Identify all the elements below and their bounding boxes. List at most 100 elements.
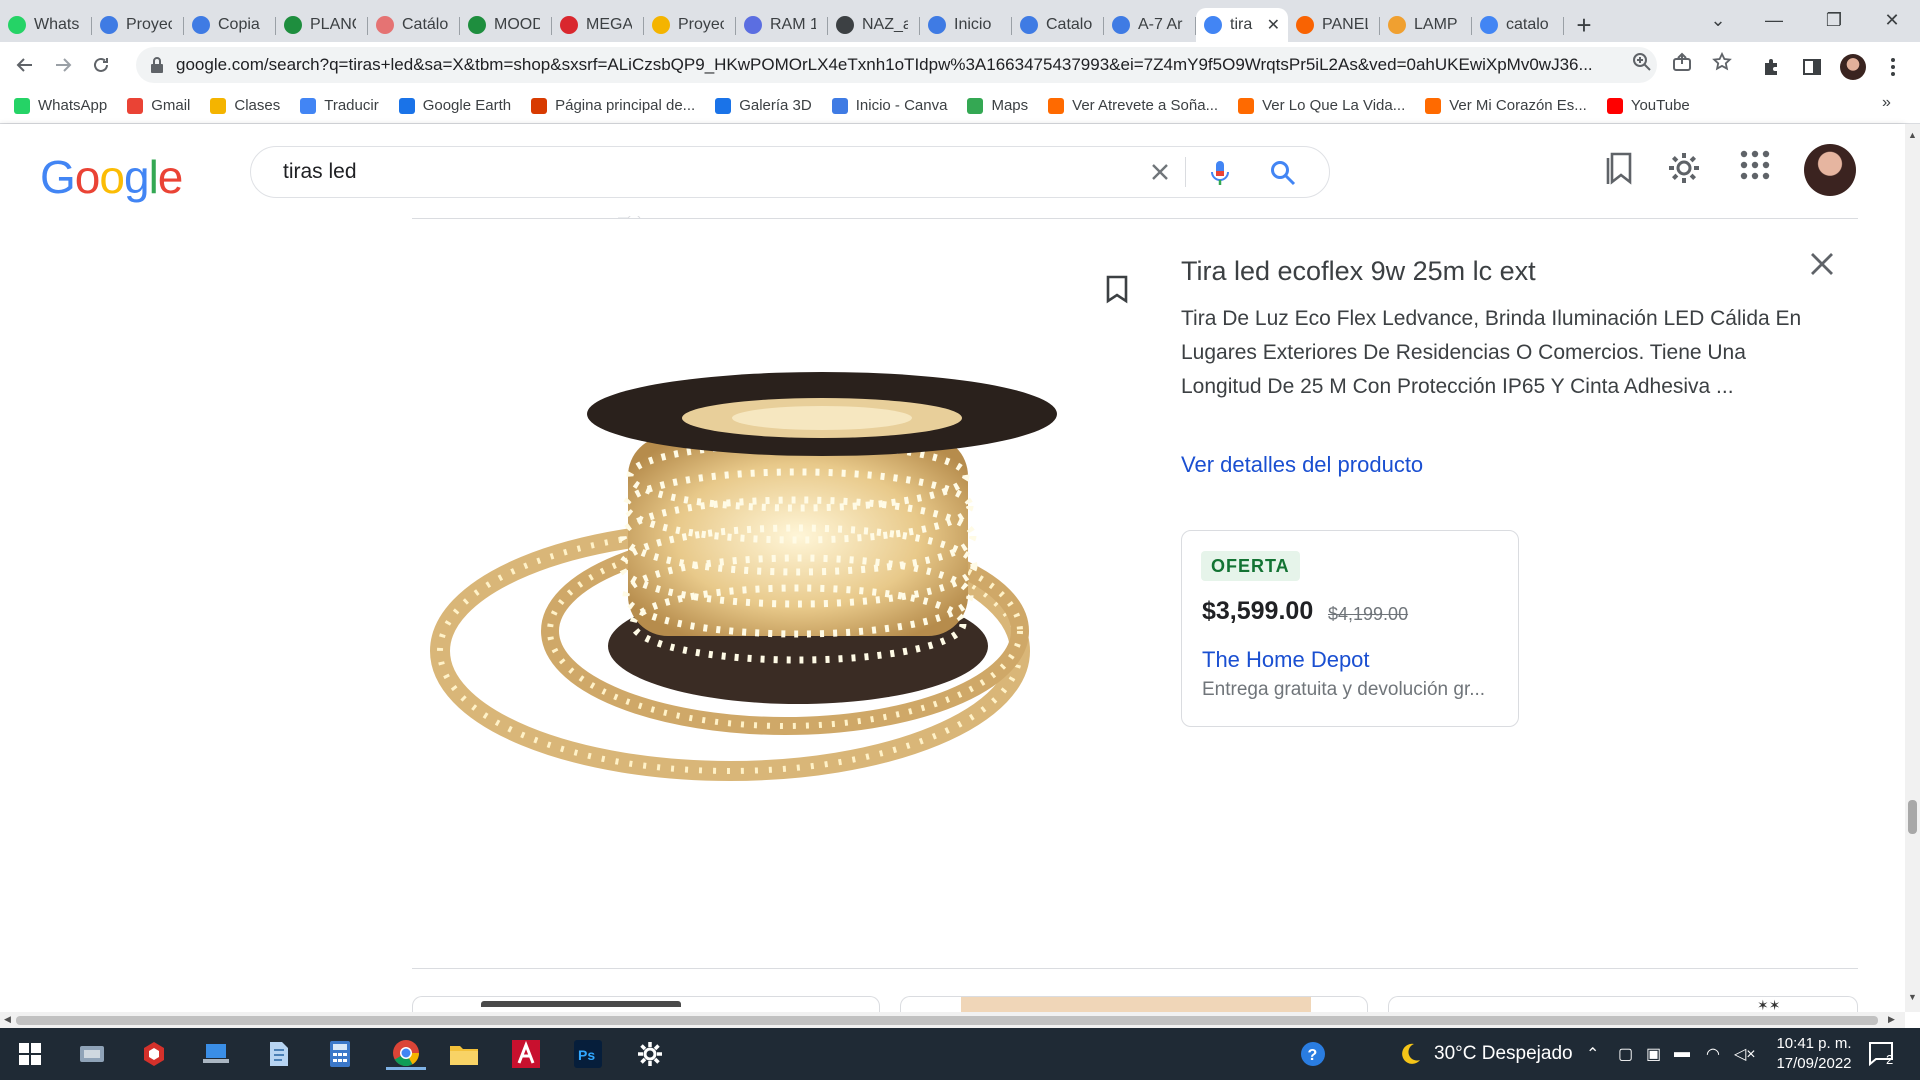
clear-search-icon[interactable]	[1147, 159, 1173, 185]
browser-tab[interactable]: A-7 Ar	[1104, 8, 1196, 42]
product-card[interactable]	[412, 996, 880, 1012]
google-logo[interactable]: Google	[40, 150, 183, 204]
bookmark-item[interactable]: Clases	[210, 97, 280, 114]
scroll-up-arrow-icon[interactable]: ▲	[1908, 130, 1917, 140]
star-bookmark-icon[interactable]	[1712, 52, 1732, 72]
forward-button[interactable]	[44, 46, 82, 84]
bookmark-item[interactable]: Ver Lo Que La Vida...	[1238, 97, 1405, 114]
close-panel-icon[interactable]	[1808, 250, 1836, 278]
zoom-icon[interactable]	[1632, 52, 1652, 72]
search-box[interactable]: tiras led	[250, 146, 1330, 198]
battery-icon[interactable]: ▬	[1674, 1044, 1690, 1062]
view-product-details-link[interactable]: Ver detalles del producto	[1181, 452, 1423, 478]
bookmark-item[interactable]: YouTube	[1606, 97, 1690, 114]
bookmark-label: Clases	[234, 97, 281, 114]
folder-icon[interactable]	[448, 1038, 480, 1070]
search-icon[interactable]	[1269, 159, 1297, 187]
bookmark-item[interactable]: Ver Mi Corazón Es...	[1425, 97, 1587, 114]
settings-taskbar-icon[interactable]	[634, 1038, 666, 1070]
browser-tab[interactable]: PLANO	[276, 8, 368, 42]
horizontal-scrollbar[interactable]: ◀ ▶	[0, 1012, 1905, 1028]
horizontal-scroll-thumb[interactable]	[16, 1016, 1878, 1025]
offer-card[interactable]: OFERTA $3,599.00 $4,199.00 The Home Depo…	[1181, 530, 1519, 727]
profile-avatar-toolbar[interactable]	[1838, 52, 1868, 82]
photoshop-icon[interactable]: Ps	[572, 1038, 604, 1070]
bookmark-item[interactable]: Google Earth	[398, 97, 512, 114]
bookmark-item[interactable]: Página principal de...	[531, 97, 695, 114]
browser-tab[interactable]: Whats	[0, 8, 92, 42]
address-bar[interactable]: google.com/search?q=tiras+led&sa=X&tbm=s…	[136, 47, 1657, 83]
display-icon[interactable]: ▣	[1646, 1044, 1661, 1064]
bookmark-item[interactable]: Traducir	[300, 97, 379, 114]
store-link[interactable]: The Home Depot	[1202, 647, 1370, 673]
browser-tab[interactable]: Proyec	[644, 8, 736, 42]
show-hidden-icons-icon[interactable]: ⌃	[1586, 1044, 1599, 1064]
chrome-menu-icon[interactable]	[1878, 52, 1908, 82]
calculator-icon[interactable]	[324, 1038, 356, 1070]
autocad-icon[interactable]	[510, 1038, 542, 1070]
side-panel-icon[interactable]	[1797, 52, 1827, 82]
browser-tab[interactable]: LAMP	[1380, 8, 1472, 42]
windows-start-icon[interactable]	[14, 1038, 46, 1070]
vertical-scroll-thumb[interactable]	[1908, 800, 1917, 834]
product-card[interactable]	[900, 996, 1368, 1012]
scroll-down-arrow-icon[interactable]: ▼	[1908, 992, 1917, 1002]
bookmark-item[interactable]: Maps	[967, 97, 1028, 114]
new-tab-button[interactable]: +	[1564, 8, 1604, 42]
system-clock[interactable]: 10:41 p. m. 17/09/2022	[1764, 1034, 1864, 1074]
paper-app-icon[interactable]	[262, 1038, 294, 1070]
back-button[interactable]	[6, 46, 44, 84]
sketchup-icon[interactable]	[138, 1038, 170, 1070]
extensions-icon[interactable]	[1757, 52, 1787, 82]
product-card[interactable]: ✶✶	[1388, 996, 1858, 1012]
tab-search-icon[interactable]: ⌄	[1690, 0, 1746, 40]
weather-text[interactable]: 30°C Despejado	[1434, 1043, 1573, 1065]
close-tab-icon[interactable]: ✕	[1267, 15, 1280, 35]
share-icon[interactable]	[1672, 52, 1692, 72]
whatsapp-icon	[8, 16, 26, 34]
minimize-button[interactable]: —	[1746, 0, 1802, 40]
browser-tab[interactable]: Catalo	[1012, 8, 1104, 42]
save-product-icon[interactable]	[1104, 274, 1130, 304]
browser-tab[interactable]: NAZ_a	[828, 8, 920, 42]
browser-tab[interactable]: Copia	[184, 8, 276, 42]
browser-tab[interactable]: RAM 1	[736, 8, 828, 42]
settings-gear-icon[interactable]	[1666, 150, 1702, 186]
google-apps-icon[interactable]	[1740, 150, 1770, 180]
lock-icon[interactable]	[150, 56, 164, 74]
bookmark-item[interactable]: Gmail	[127, 97, 190, 114]
volume-muted-icon[interactable]: ◁×	[1734, 1044, 1756, 1064]
restore-button[interactable]: ❐	[1806, 0, 1862, 40]
browser-tab[interactable]: Proyec	[92, 8, 184, 42]
product-image-led-strip[interactable]	[430, 366, 1090, 806]
browser-tab[interactable]: MEGA	[552, 8, 644, 42]
account-avatar[interactable]	[1804, 144, 1856, 196]
browser-tab[interactable]: Inicio	[920, 8, 1012, 42]
scroll-left-arrow-icon[interactable]: ◀	[4, 1014, 11, 1025]
close-window-button[interactable]: ✕	[1864, 0, 1920, 40]
vertical-scrollbar[interactable]: ▲ ▼	[1905, 124, 1920, 1012]
notifications-icon[interactable]: 2	[1866, 1038, 1898, 1070]
bookmark-item[interactable]: WhatsApp	[14, 97, 107, 114]
scroll-right-arrow-icon[interactable]: ▶	[1888, 1014, 1895, 1025]
device-icon[interactable]: ▢	[1618, 1044, 1633, 1064]
browser-tab[interactable]: Catálo	[368, 8, 460, 42]
browser-tab[interactable]: tira ✕	[1196, 8, 1288, 42]
reload-button[interactable]	[82, 46, 120, 84]
chrome-taskbar-icon[interactable]	[386, 1038, 426, 1070]
browser-tab[interactable]: PANEL	[1288, 8, 1380, 42]
file-manager-icon[interactable]	[76, 1038, 108, 1070]
more-bookmarks-icon[interactable]: »	[1882, 94, 1891, 112]
bookmark-item[interactable]: Galería 3D	[715, 97, 812, 114]
help-icon[interactable]: ?	[1297, 1038, 1329, 1070]
search-input[interactable]: tiras led	[283, 160, 357, 184]
bookmark-item[interactable]: Inicio - Canva	[831, 97, 947, 114]
browser-tab[interactable]: MOOD	[460, 8, 552, 42]
saved-items-icon[interactable]	[1606, 150, 1636, 186]
bookmark-item[interactable]: Ver Atrevete a Soña...	[1048, 97, 1218, 114]
microphone-icon[interactable]	[1207, 159, 1233, 187]
wifi-icon[interactable]: ◠	[1706, 1044, 1720, 1064]
browser-tab[interactable]: catalo	[1472, 8, 1564, 42]
laptop-app-icon[interactable]	[200, 1038, 232, 1070]
bookmark-label: Google Earth	[422, 97, 512, 114]
